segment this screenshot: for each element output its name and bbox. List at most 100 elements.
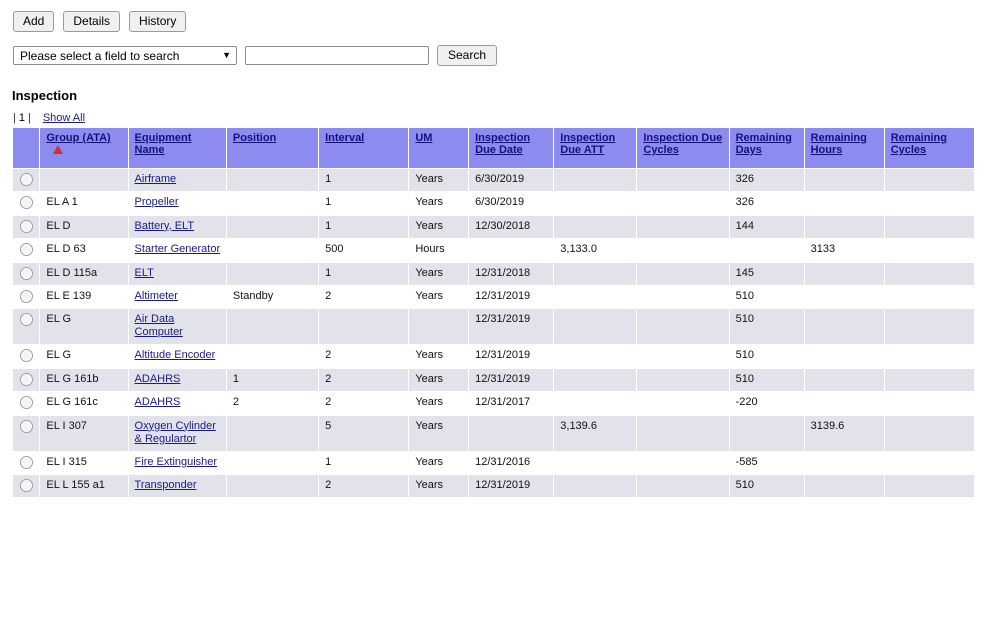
cell-equipment-name[interactable]: ADAHRS [128, 392, 226, 415]
details-button[interactable]: Details [63, 11, 121, 32]
column-header-insp-due-cycles-label[interactable]: Inspection Due Cycles [643, 132, 722, 156]
equipment-name-link[interactable]: Fire Extinguisher [135, 456, 218, 468]
row-radio-button[interactable] [19, 266, 33, 280]
column-header-select [13, 128, 40, 168]
row-radio-button[interactable] [19, 349, 33, 363]
search-field-select[interactable]: Please select a field to search ▼ [13, 46, 237, 65]
column-header-remaining-hours[interactable]: Remaining Hours [804, 128, 884, 168]
column-header-insp-due-date[interactable]: Inspection Due Date [469, 128, 554, 168]
cell-select[interactable] [13, 262, 40, 286]
cell-remaining-days: 145 [729, 262, 804, 286]
cell-select[interactable] [13, 415, 40, 451]
row-radio-button[interactable] [19, 479, 33, 493]
column-header-position[interactable]: Position [226, 128, 319, 168]
pager-page-1[interactable]: 1 [19, 112, 25, 124]
column-header-insp-due-att-label[interactable]: Inspection Due ATT [560, 132, 615, 156]
equipment-name-link[interactable]: Starter Generator [135, 243, 221, 255]
row-radio-button[interactable] [19, 290, 33, 304]
column-header-remaining-cycles[interactable]: Remaining Cycles [884, 128, 974, 168]
cell-select[interactable] [13, 368, 40, 392]
column-header-group-ata-label[interactable]: Group (ATA) [46, 132, 110, 144]
equipment-name-link[interactable]: Air Data Computer [135, 313, 183, 338]
cell-insp-due-att [554, 475, 637, 498]
cell-equipment-name[interactable]: Altitude Encoder [128, 345, 226, 368]
cell-select[interactable] [13, 215, 40, 239]
show-all-link[interactable]: Show All [43, 112, 85, 124]
search-input[interactable] [245, 46, 429, 65]
cell-interval: 1 [319, 451, 409, 475]
pager-right-separator: | [27, 112, 31, 124]
equipment-name-link[interactable]: ADAHRS [135, 373, 181, 385]
cell-select[interactable] [13, 451, 40, 475]
cell-select[interactable] [13, 286, 40, 309]
row-radio-button[interactable] [19, 396, 33, 410]
equipment-name-link[interactable]: ADAHRS [135, 396, 181, 408]
row-radio-button[interactable] [19, 313, 33, 327]
cell-equipment-name[interactable]: Transponder [128, 475, 226, 498]
column-header-group-ata[interactable]: Group (ATA) [40, 128, 128, 168]
cell-select[interactable] [13, 392, 40, 415]
column-header-equipment-name-label[interactable]: Equipment Name [135, 132, 192, 156]
cell-remaining-hours [804, 286, 884, 309]
cell-um: Years [409, 368, 469, 392]
column-header-position-label[interactable]: Position [233, 132, 276, 144]
cell-position: 1 [226, 368, 319, 392]
column-header-equipment-name[interactable]: Equipment Name [128, 128, 226, 168]
cell-equipment-name[interactable]: Air Data Computer [128, 309, 226, 345]
cell-insp-due-att [554, 368, 637, 392]
column-header-remaining-days-label[interactable]: Remaining Days [736, 132, 792, 156]
cell-equipment-name[interactable]: Propeller [128, 192, 226, 215]
row-radio-button[interactable] [19, 455, 33, 469]
cell-select[interactable] [13, 169, 40, 192]
add-button[interactable]: Add [13, 11, 55, 32]
cell-select[interactable] [13, 239, 40, 262]
row-radio-button[interactable] [19, 173, 33, 186]
equipment-name-link[interactable]: Transponder [135, 479, 197, 491]
cell-insp-due-att [554, 309, 637, 345]
column-header-insp-due-att[interactable]: Inspection Due ATT [554, 128, 637, 168]
cell-insp-due-att [554, 286, 637, 309]
cell-equipment-name[interactable]: Altimeter [128, 286, 226, 309]
cell-equipment-name[interactable]: ELT [128, 262, 226, 286]
equipment-name-link[interactable]: Propeller [135, 196, 179, 208]
equipment-name-link[interactable]: Altimeter [135, 290, 178, 302]
column-header-remaining-hours-label[interactable]: Remaining Hours [811, 132, 867, 156]
equipment-name-link[interactable]: Altitude Encoder [135, 349, 216, 361]
equipment-name-link[interactable]: Oxygen Cylinder & Regulartor [135, 420, 216, 445]
column-header-um-label[interactable]: UM [415, 132, 432, 144]
cell-equipment-name[interactable]: Battery, ELT [128, 215, 226, 239]
cell-equipment-name[interactable]: Oxygen Cylinder & Regulartor [128, 415, 226, 451]
cell-interval: 2 [319, 368, 409, 392]
column-header-interval[interactable]: Interval [319, 128, 409, 168]
cell-position [226, 169, 319, 192]
row-radio-button[interactable] [19, 419, 33, 433]
equipment-name-link[interactable]: ELT [135, 267, 154, 279]
search-button[interactable]: Search [437, 45, 498, 66]
cell-equipment-name[interactable]: Starter Generator [128, 239, 226, 262]
row-radio-button[interactable] [19, 196, 33, 210]
cell-remaining-cycles [884, 169, 974, 192]
column-header-um[interactable]: UM [409, 128, 469, 168]
equipment-name-link[interactable]: Battery, ELT [135, 220, 195, 232]
cell-select[interactable] [13, 192, 40, 215]
cell-select[interactable] [13, 475, 40, 498]
cell-insp-due-date [469, 239, 554, 262]
history-button[interactable]: History [129, 11, 187, 32]
cell-remaining-hours [804, 192, 884, 215]
column-header-remaining-cycles-label[interactable]: Remaining Cycles [891, 132, 947, 156]
cell-equipment-name[interactable]: ADAHRS [128, 368, 226, 392]
cell-equipment-name[interactable]: Fire Extinguisher [128, 451, 226, 475]
column-header-remaining-days[interactable]: Remaining Days [729, 128, 804, 168]
column-header-insp-due-cycles[interactable]: Inspection Due Cycles [637, 128, 729, 168]
cell-equipment-name[interactable]: Airframe [128, 169, 226, 192]
cell-remaining-cycles [884, 475, 974, 498]
cell-select[interactable] [13, 345, 40, 368]
row-radio-button[interactable] [19, 219, 33, 233]
cell-remaining-days: 510 [729, 345, 804, 368]
column-header-interval-label[interactable]: Interval [325, 132, 364, 144]
equipment-name-link[interactable]: Airframe [135, 173, 177, 185]
row-radio-button[interactable] [19, 243, 33, 257]
column-header-insp-due-date-label[interactable]: Inspection Due Date [475, 132, 530, 156]
row-radio-button[interactable] [19, 372, 33, 386]
cell-select[interactable] [13, 309, 40, 345]
